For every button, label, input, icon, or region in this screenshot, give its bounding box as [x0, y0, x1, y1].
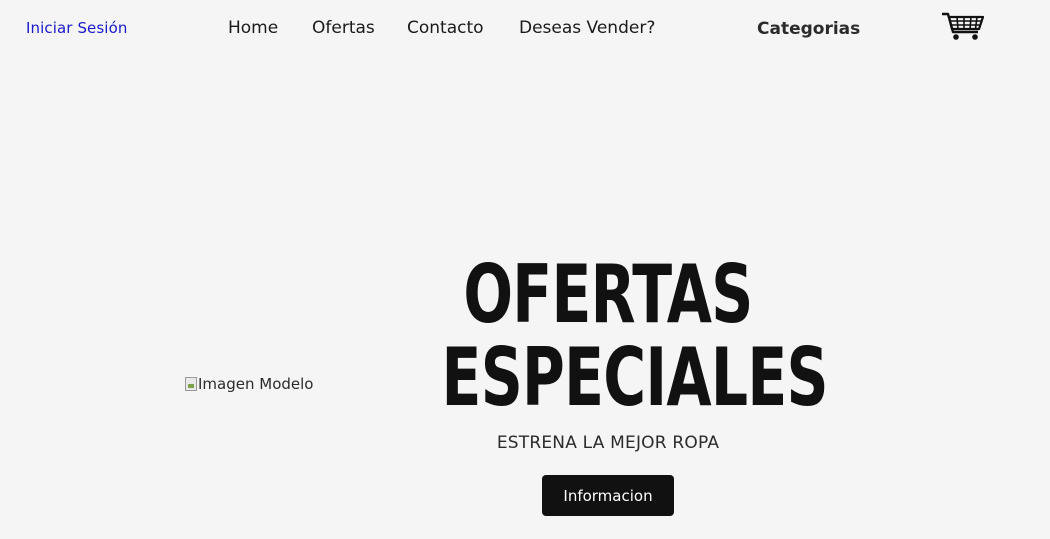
- nav-item-vender[interactable]: Deseas Vender?: [519, 18, 655, 38]
- nav-item-contacto[interactable]: Contacto: [407, 18, 484, 38]
- hero-title-line-2: ESPECIALES: [441, 331, 829, 424]
- nav-item-home[interactable]: Home: [228, 18, 278, 38]
- hero-title-line-1: OFERTAS: [463, 248, 753, 341]
- hero-subtitle: ESTRENA LA MEJOR ROPA: [496, 433, 720, 453]
- info-button[interactable]: Informacion: [542, 475, 674, 516]
- shopping-cart-icon[interactable]: [941, 12, 985, 42]
- categories-menu[interactable]: Categorias: [757, 19, 860, 39]
- model-image-alt-text: Imagen Modelo: [198, 375, 314, 393]
- login-link[interactable]: Iniciar Sesión: [26, 19, 127, 37]
- nav-item-ofertas[interactable]: Ofertas: [312, 18, 375, 38]
- hero-title: OFERTAS ESPECIALES: [380, 255, 836, 418]
- page: Iniciar Sesión Home Ofertas Contacto Des…: [0, 0, 1050, 539]
- broken-image-icon: [185, 377, 197, 391]
- model-image: Imagen Modelo: [185, 375, 313, 393]
